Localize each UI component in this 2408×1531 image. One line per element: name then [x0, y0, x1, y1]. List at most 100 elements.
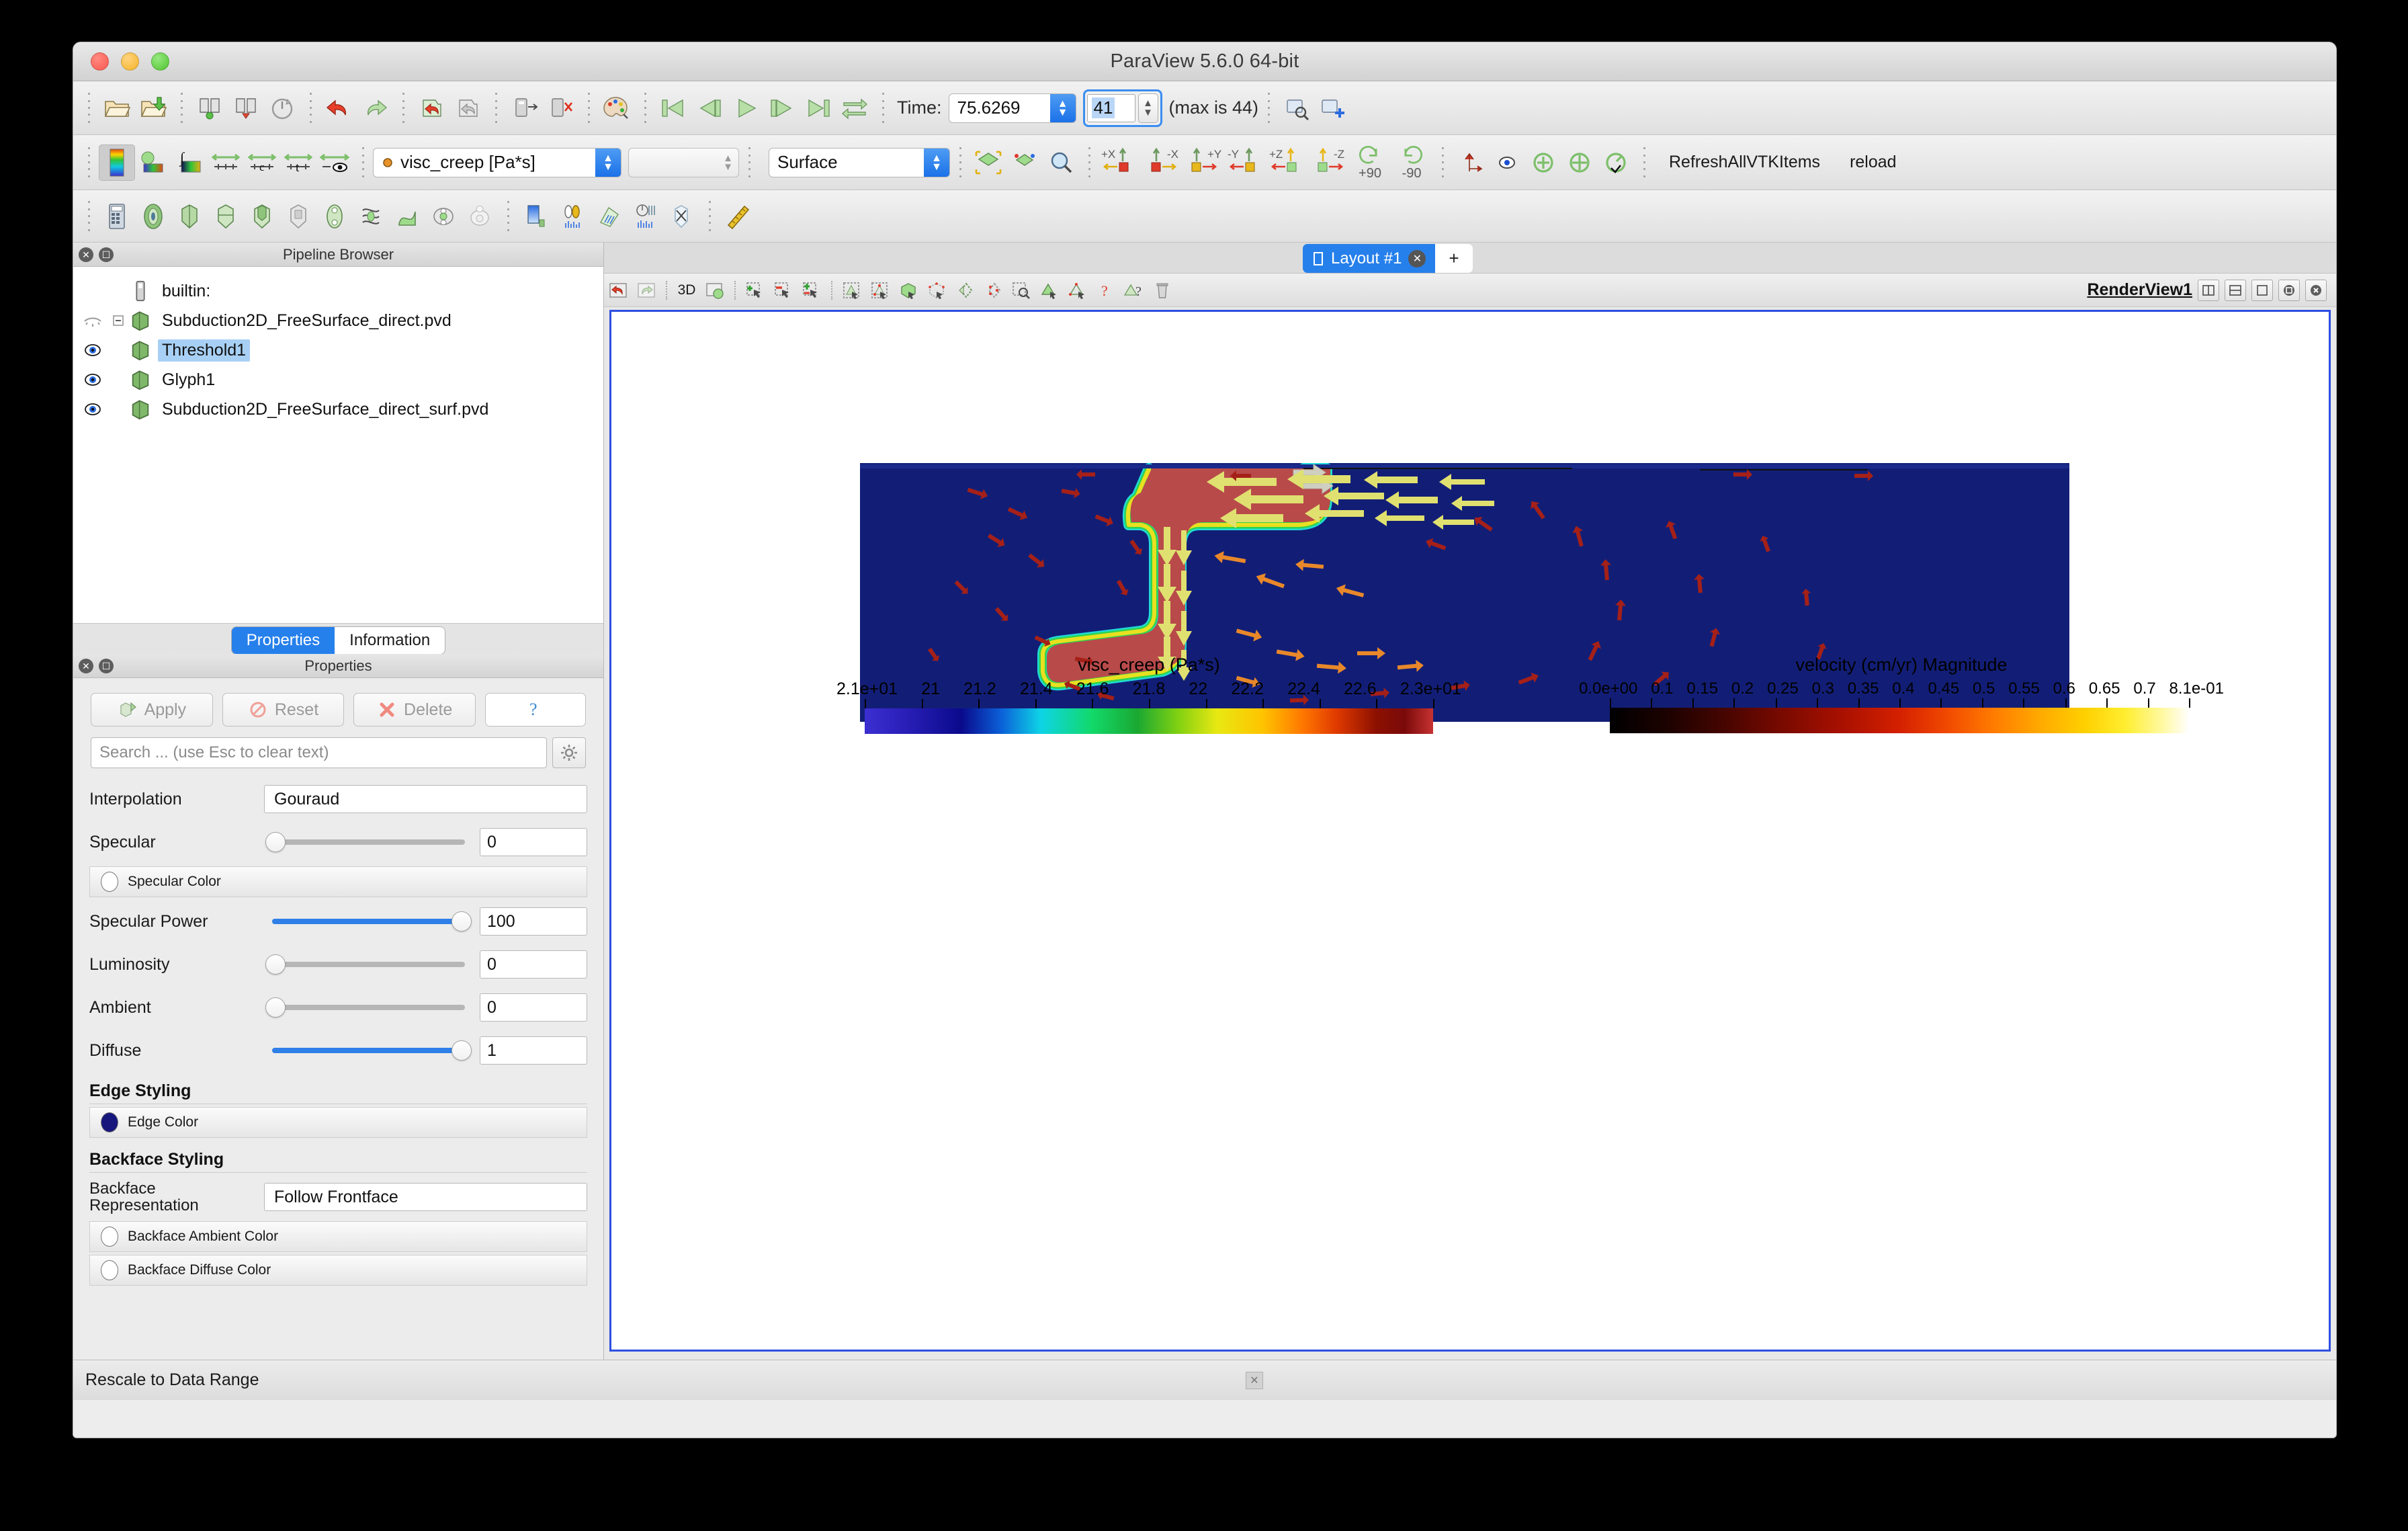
rotate-plus-90-button[interactable]: +90 — [1349, 144, 1391, 181]
split-horizontal-icon[interactable] — [2198, 279, 2219, 301]
warp-icon[interactable] — [389, 198, 425, 235]
frame-index-input[interactable]: 41 — [1086, 93, 1135, 122]
search-input[interactable]: Search ... (use Esc to clear text) — [91, 737, 547, 768]
rescale-over-time-icon[interactable]: t — [280, 144, 316, 181]
component-combo[interactable]: ▲ ▼ — [628, 147, 739, 177]
toolbar-grip-3[interactable] — [307, 91, 314, 126]
interactive-select-cells-icon[interactable] — [1035, 277, 1064, 304]
toggle-3d-button[interactable]: 3D — [673, 277, 701, 304]
time-value-combo[interactable]: 75.6269 ▲ ▼ — [948, 93, 1076, 123]
render-view[interactable]: visc_creep (Pa*s) 2.1e+01 21 21.2 21.4 2… — [609, 310, 2331, 1352]
rescale-to-custom-range-icon[interactable]: c — [244, 144, 280, 181]
pipeline-browser[interactable]: builtin: Subduction2D_FreeSurface_direct… — [73, 267, 603, 623]
reset-button[interactable]: Reset — [222, 693, 345, 727]
undock-view-icon[interactable] — [2278, 279, 2300, 301]
camera-redo-icon[interactable] — [449, 90, 486, 126]
group-datasets-icon[interactable] — [425, 198, 462, 235]
visibility-toggle-visible[interactable] — [77, 372, 108, 387]
refresh-all-vtk-items-button[interactable]: RefreshAllVTKItems — [1654, 153, 1835, 172]
select-surface-cells-icon[interactable] — [838, 277, 866, 304]
apply-button[interactable]: Apply — [91, 693, 213, 727]
next-frame-icon[interactable] — [764, 90, 800, 126]
extract-level-icon[interactable] — [462, 198, 498, 235]
show-color-legend-icon[interactable] — [99, 144, 135, 181]
close-view-icon[interactable] — [2305, 279, 2327, 301]
diffuse-slider[interactable] — [264, 1036, 473, 1065]
camera-3d-icon[interactable] — [701, 277, 729, 304]
reset-center-icon[interactable] — [1525, 144, 1561, 181]
maximize-view-icon[interactable] — [2251, 279, 2273, 301]
reset-camera-closeup-icon[interactable] — [1598, 144, 1634, 181]
calculator-icon[interactable] — [99, 198, 135, 235]
zoom-to-box-icon[interactable] — [1043, 144, 1079, 181]
first-frame-icon[interactable] — [655, 90, 691, 126]
camera-undo-icon[interactable] — [413, 90, 449, 126]
zoom-to-data-icon[interactable] — [1006, 144, 1043, 181]
hover-points-icon[interactable]: ? — [1120, 277, 1148, 304]
spreadsheet-view-icon[interactable] — [627, 198, 663, 235]
view-minus-x-button[interactable]: -X — [1141, 144, 1182, 181]
interpolation-combo[interactable]: Gouraud — [264, 785, 587, 813]
camera-redo-view-icon[interactable] — [632, 277, 660, 304]
color-palette-icon[interactable] — [599, 90, 635, 126]
frame-index-group[interactable]: 41 ▲ ▼ — [1082, 89, 1162, 127]
pipeline-item-builtin[interactable]: builtin: — [73, 276, 603, 306]
reload-button[interactable]: reload — [1835, 153, 1911, 172]
color-array-stepper[interactable]: ▲ ▼ — [595, 148, 621, 177]
camera-undo-view-icon[interactable] — [604, 277, 632, 304]
view-plus-z-button[interactable]: +Z — [1266, 144, 1307, 181]
repr-grip-2[interactable] — [359, 145, 366, 180]
connect-server-icon[interactable] — [506, 90, 542, 126]
repr-grip-6[interactable] — [1439, 145, 1446, 180]
clip-icon[interactable] — [171, 198, 208, 235]
pick-center-icon[interactable] — [1561, 144, 1598, 181]
view-minus-y-button[interactable]: -Y — [1224, 144, 1266, 181]
collapse-icon[interactable] — [112, 314, 125, 327]
open-file-icon[interactable] — [99, 90, 135, 126]
luminosity-slider[interactable] — [264, 950, 473, 979]
reset-camera-icon[interactable] — [970, 144, 1006, 181]
hover-cells-icon[interactable]: ? — [1092, 277, 1120, 304]
select-frustum-points-icon[interactable] — [922, 277, 951, 304]
diffuse-value[interactable]: 1 — [480, 1036, 587, 1065]
visibility-toggle-visible[interactable] — [77, 343, 108, 358]
rescale-to-data-range-icon[interactable] — [208, 144, 244, 181]
last-frame-icon[interactable] — [800, 90, 836, 126]
stream-tracer-icon[interactable] — [353, 198, 389, 235]
rotate-minus-90-button[interactable]: -90 — [1391, 144, 1432, 181]
backface-ambient-color-button[interactable]: Backface Ambient Color — [89, 1221, 587, 1252]
threshold-icon[interactable] — [244, 198, 280, 235]
plot-over-line-icon[interactable] — [554, 198, 591, 235]
toolbar-grip-4[interactable] — [400, 91, 406, 126]
glyph-icon[interactable] — [316, 198, 353, 235]
edit-color-legend-icon[interactable]: ∫ — [171, 144, 208, 181]
ambient-value[interactable]: 0 — [480, 993, 587, 1022]
color-map-editor-icon[interactable] — [518, 198, 554, 235]
edge-color-button[interactable]: Edge Color — [89, 1107, 587, 1138]
contour-icon[interactable] — [135, 198, 171, 235]
close-layout-icon[interactable]: ✕ — [1408, 249, 1426, 267]
pipeline-item-surf-pvd[interactable]: Subduction2D_FreeSurface_direct_surf.pvd — [73, 395, 603, 424]
select-cells-off-icon[interactable] — [769, 277, 798, 304]
disconnect-server-icon[interactable] — [542, 90, 578, 126]
repr-grip-5[interactable] — [1086, 145, 1092, 180]
add-macro-icon[interactable] — [1315, 90, 1351, 126]
show-center-icon[interactable] — [1453, 144, 1489, 181]
repr-grip-3[interactable] — [746, 145, 752, 180]
split-vertical-icon[interactable] — [2225, 279, 2246, 301]
pipeline-item-source-pvd[interactable]: Subduction2D_FreeSurface_direct.pvd — [73, 306, 603, 335]
save-state-icon[interactable] — [264, 90, 300, 126]
toolbar-grip-5[interactable] — [492, 91, 499, 126]
repr-grip-7[interactable] — [1641, 145, 1647, 180]
probe-location-icon[interactable] — [663, 198, 699, 235]
component-stepper[interactable]: ▲ ▼ — [723, 153, 733, 172]
representation-combo[interactable]: Surface ▲ ▼ — [769, 147, 950, 177]
luminosity-value[interactable]: 0 — [480, 950, 587, 979]
representation-stepper[interactable]: ▲ ▼ — [924, 148, 949, 177]
view-plus-y-button[interactable]: +Y — [1182, 144, 1224, 181]
visibility-toggle-hidden[interactable] — [77, 314, 108, 327]
filters-grip-3[interactable] — [706, 199, 713, 234]
select-blocks-icon[interactable] — [951, 277, 979, 304]
view-plus-x-button[interactable]: +X — [1099, 144, 1141, 181]
layout-tab-1[interactable]: Layout #1 ✕ — [1303, 244, 1436, 273]
